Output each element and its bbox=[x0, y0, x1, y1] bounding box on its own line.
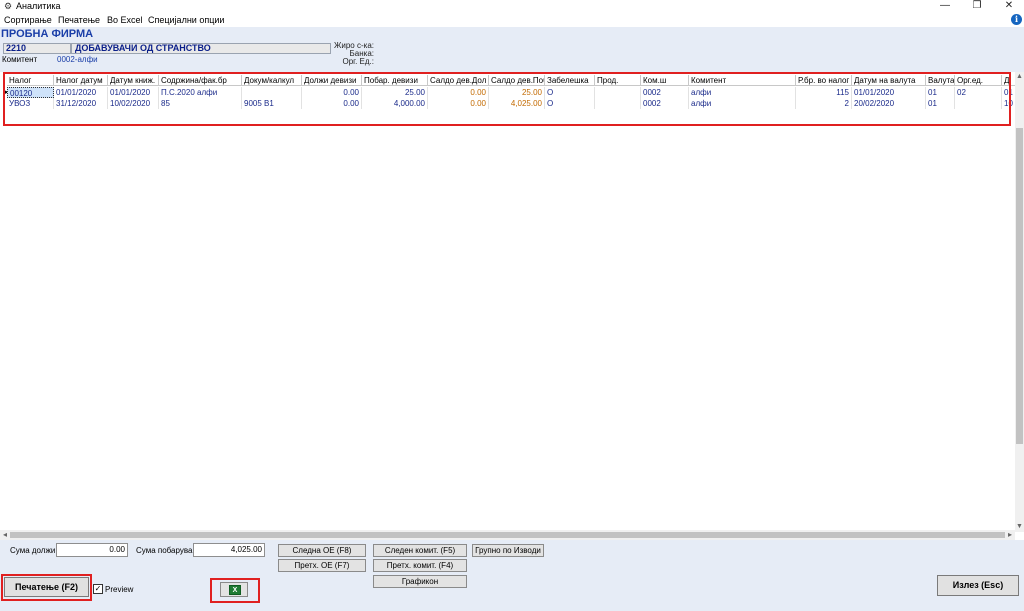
minimize-button[interactable]: — bbox=[928, 0, 962, 12]
prev-oe-button[interactable]: Претх. ОЕ (F7) bbox=[278, 559, 366, 572]
next-komitent-button[interactable]: Следен комит. (F5) bbox=[373, 544, 467, 557]
firm-title: ПРОБНА ФИРМА bbox=[1, 28, 94, 40]
next-oe-button[interactable]: Следна ОЕ (F8) bbox=[278, 544, 366, 557]
preview-checkbox[interactable]: ✓ bbox=[93, 584, 103, 594]
preview-label: Preview bbox=[105, 585, 134, 594]
header-panel: ПРОБНА ФИРМА 2210 ДОБАВУВАЧИ ОД СТРАНСТВ… bbox=[0, 27, 1024, 72]
suma-pobaruva-field: 4,025.00 bbox=[193, 543, 265, 557]
vertical-scrollbar[interactable]: ▲ ▼ bbox=[1015, 72, 1024, 532]
menu-sort[interactable]: Сортирање bbox=[4, 15, 52, 25]
horizontal-scroll-thumb[interactable] bbox=[10, 532, 1005, 538]
komitent-label: Комитент bbox=[2, 55, 38, 64]
group-by-statements-button[interactable]: Групно по Изводи bbox=[472, 544, 544, 557]
chart-button[interactable]: Графикон bbox=[373, 575, 467, 588]
suma-dolzi-label: Сума должи bbox=[10, 546, 56, 555]
account-name-field: ДОБАВУВАЧИ ОД СТРАНСТВО bbox=[71, 43, 331, 54]
scroll-left-icon[interactable]: ◂ bbox=[0, 530, 10, 540]
menu-print[interactable]: Печатење bbox=[58, 15, 100, 25]
close-button[interactable]: ✕ bbox=[992, 0, 1024, 12]
export-excel-button[interactable]: X bbox=[220, 582, 248, 597]
maximize-button[interactable]: ❐ bbox=[960, 0, 994, 12]
analytics-grid[interactable]: Налог Налог датум Датум книж. Содржина/фак.… bbox=[5, 74, 1017, 534]
title-bar: ⚙ Аналитика — ❐ ✕ bbox=[0, 0, 1024, 12]
scroll-up-icon[interactable]: ▲ bbox=[1015, 72, 1024, 81]
menu-special-options[interactable]: Специјални опции bbox=[148, 15, 224, 25]
suma-pobaruva-label: Сума побарува bbox=[136, 546, 193, 555]
suma-dolzi-field: 0.00 bbox=[56, 543, 128, 557]
account-code-field: 2210 bbox=[3, 43, 71, 54]
print-button[interactable]: Печатење (F2) bbox=[4, 577, 89, 597]
org-label: Орг. Ед.: bbox=[342, 57, 374, 66]
excel-icon: X bbox=[229, 585, 241, 595]
window-title: Аналитика bbox=[16, 1, 61, 11]
vertical-scroll-thumb[interactable] bbox=[1016, 128, 1023, 444]
exit-button[interactable]: Излез (Esc) bbox=[937, 575, 1019, 596]
prev-komitent-button[interactable]: Претх. комит. (F4) bbox=[373, 559, 467, 572]
menu-excel[interactable]: Во Excel bbox=[107, 15, 143, 25]
app-icon: ⚙ bbox=[3, 1, 13, 11]
scroll-down-icon[interactable]: ▼ bbox=[1015, 522, 1024, 531]
footer-panel: Сума должи 0.00 Сума побарува 4,025.00 С… bbox=[0, 540, 1024, 611]
menu-bar: Сортирање Печатење Во Excel Специјални о… bbox=[0, 13, 1024, 27]
komitent-value: 0002-алфи bbox=[57, 55, 98, 64]
scroll-right-icon[interactable]: ▸ bbox=[1005, 530, 1015, 540]
grid-highlight-frame bbox=[3, 72, 1011, 126]
horizontal-scrollbar[interactable]: ◂ ▸ bbox=[0, 530, 1015, 540]
info-icon[interactable]: i bbox=[1011, 14, 1022, 25]
